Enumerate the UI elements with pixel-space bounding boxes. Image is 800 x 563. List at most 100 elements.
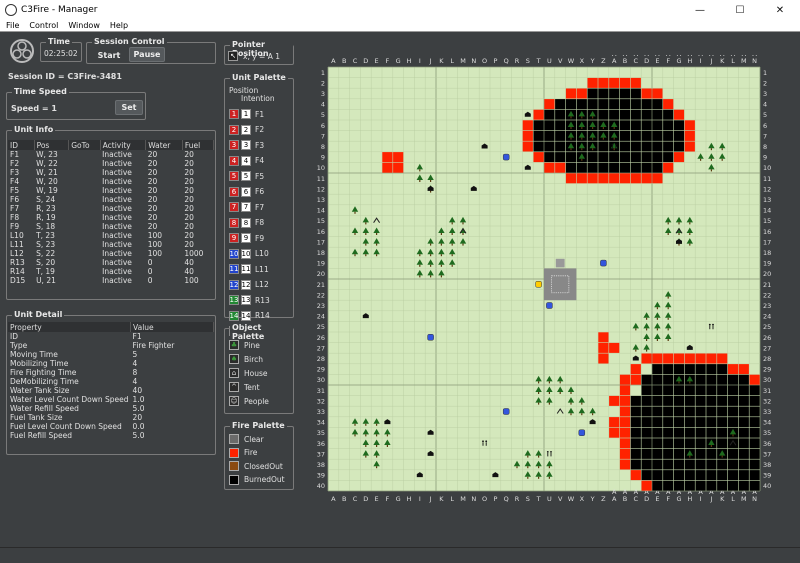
fire-cell[interactable] — [619, 385, 631, 396]
fire-state-swatch-icon[interactable] — [229, 447, 239, 458]
unit-intention-icon[interactable]: 14 — [241, 310, 251, 321]
burned-cell[interactable] — [609, 99, 620, 110]
start-button[interactable]: Start — [93, 48, 125, 62]
fire-cell[interactable] — [609, 173, 620, 184]
burned-cell[interactable] — [673, 417, 685, 428]
menu-window[interactable]: Window — [68, 21, 100, 30]
burned-cell[interactable] — [673, 385, 685, 396]
unit-marker-icon[interactable] — [427, 334, 434, 341]
house-icon[interactable]: ⌂ — [229, 368, 239, 378]
fire-cell[interactable] — [576, 173, 587, 184]
burned-cell[interactable] — [652, 162, 663, 173]
fire-cell[interactable] — [598, 173, 609, 184]
unit-position-icon[interactable]: 6 — [229, 186, 239, 197]
burned-cell[interactable] — [749, 470, 760, 481]
fire-cell[interactable] — [695, 353, 706, 364]
burned-cell[interactable] — [749, 427, 760, 438]
fire-cell[interactable] — [673, 109, 685, 120]
burned-cell[interactable] — [630, 459, 641, 470]
unit-info-column-header[interactable]: Fuel — [182, 140, 215, 150]
burned-cell[interactable] — [684, 470, 695, 481]
unit-intention-icon[interactable]: 1 — [241, 109, 251, 119]
burned-cell[interactable] — [738, 427, 749, 438]
burned-cell[interactable] — [587, 99, 598, 110]
object-palette-item[interactable]: ♠ Birch — [229, 354, 263, 364]
burned-cell[interactable] — [555, 109, 566, 120]
burned-cell[interactable] — [630, 438, 641, 449]
burned-cell[interactable] — [673, 459, 685, 470]
burned-cell[interactable] — [663, 120, 674, 131]
burned-cell[interactable] — [695, 417, 706, 428]
table-row[interactable]: D15 U, 21 Inactive 0 100 — [8, 276, 214, 285]
fire-cell[interactable] — [663, 162, 674, 173]
burned-cell[interactable] — [684, 427, 695, 438]
burned-cell[interactable] — [641, 120, 652, 131]
fire-cell[interactable] — [522, 130, 533, 141]
burned-cell[interactable] — [565, 162, 577, 173]
burned-cell[interactable] — [717, 480, 728, 491]
tent-icon[interactable]: ^ — [229, 382, 239, 392]
burned-cell[interactable] — [630, 152, 641, 163]
burned-cell[interactable] — [727, 385, 739, 396]
burned-cell[interactable] — [663, 385, 674, 396]
unit-intention-icon[interactable]: 7 — [241, 202, 251, 212]
burned-cell[interactable] — [706, 374, 717, 385]
burned-cell[interactable] — [684, 480, 695, 491]
unit-info-column-header[interactable]: ID — [8, 140, 35, 150]
unit-intention-icon[interactable]: 2 — [241, 124, 251, 135]
burned-cell[interactable] — [663, 459, 674, 470]
table-row[interactable]: L12 S, 22 Inactive 100 1000 — [8, 249, 214, 258]
unit-palette-item[interactable]: 8 8 F8 — [229, 217, 264, 228]
fire-cell[interactable] — [587, 173, 598, 184]
burned-cell[interactable] — [544, 130, 555, 141]
burned-cell[interactable] — [706, 427, 717, 438]
burned-cell[interactable] — [727, 417, 739, 428]
fire-cell[interactable] — [544, 99, 555, 110]
burned-cell[interactable] — [717, 417, 728, 428]
burned-cell[interactable] — [641, 459, 652, 470]
burned-cell[interactable] — [749, 480, 760, 491]
table-row[interactable]: F1 W, 23 Inactive 20 20 — [8, 150, 214, 159]
fire-cell[interactable] — [609, 395, 620, 406]
burned-cell[interactable] — [673, 141, 685, 152]
table-row[interactable]: F9 S, 18 Inactive 20 20 — [8, 222, 214, 231]
burned-cell[interactable] — [619, 141, 631, 152]
burned-cell[interactable] — [727, 448, 739, 459]
burned-cell[interactable] — [695, 448, 706, 459]
fire-cell[interactable] — [533, 152, 544, 163]
burned-cell[interactable] — [598, 152, 609, 163]
burned-cell[interactable] — [706, 470, 717, 481]
fire-cell[interactable] — [619, 448, 631, 459]
burned-cell[interactable] — [641, 395, 652, 406]
burned-cell[interactable] — [749, 417, 760, 428]
burned-cell[interactable] — [641, 141, 652, 152]
burned-cell[interactable] — [663, 448, 674, 459]
fire-cell[interactable] — [619, 406, 631, 417]
burned-cell[interactable] — [630, 130, 641, 141]
fire-cell[interactable] — [652, 173, 663, 184]
burned-cell[interactable] — [652, 152, 663, 163]
burned-cell[interactable] — [587, 152, 598, 163]
unit-position-icon[interactable]: 9 — [229, 233, 239, 243]
burned-cell[interactable] — [663, 364, 674, 375]
burned-cell[interactable] — [749, 406, 760, 417]
fire-cell[interactable] — [393, 152, 404, 163]
unit-intention-icon[interactable]: 12 — [241, 279, 251, 290]
unit-palette-item[interactable]: 4 4 F4 — [229, 155, 264, 166]
burned-cell[interactable] — [630, 109, 641, 120]
burned-cell[interactable] — [738, 480, 749, 491]
burned-cell[interactable] — [619, 99, 631, 110]
burned-cell[interactable] — [598, 88, 609, 99]
burned-cell[interactable] — [555, 152, 566, 163]
fire-cell[interactable] — [663, 99, 674, 110]
fire-cell[interactable] — [738, 364, 749, 375]
map-area[interactable]: AABBCCDDEEFFGGHHIIJJKKLLMMNNOOPPQQRRSSTT… — [310, 50, 782, 521]
fire-cell[interactable] — [609, 77, 620, 88]
unit-palette-item[interactable]: 9 9 F9 — [229, 233, 264, 243]
fire-cell[interactable] — [576, 88, 587, 99]
unit-palette-item[interactable]: 7 7 F7 — [229, 202, 264, 212]
fire-cell[interactable] — [544, 162, 555, 173]
fire-cell[interactable] — [706, 353, 717, 364]
close-button[interactable]: ✕ — [760, 0, 800, 20]
menu-file[interactable]: File — [6, 21, 19, 30]
